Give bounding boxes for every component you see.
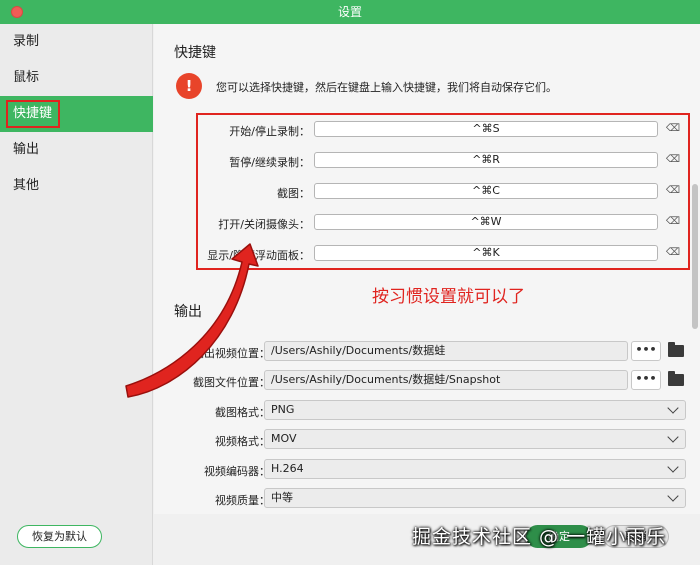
- video-encoder-select[interactable]: H.264: [264, 459, 686, 479]
- shortcut-input-camera[interactable]: ^⌘W: [314, 214, 658, 230]
- shortcut-label: 打开/关闭摄像头：: [218, 218, 310, 231]
- sidebar-item-label: 鼠标: [13, 70, 40, 85]
- chevron-down-icon: [667, 461, 679, 473]
- video-format-label: 视频格式：: [215, 435, 270, 448]
- sidebar-item-mouse[interactable]: 鼠标: [0, 60, 153, 96]
- sidebar-item-record[interactable]: 录制: [0, 24, 153, 60]
- sidebar-item-label: 录制: [13, 34, 40, 49]
- video-format-select[interactable]: MOV: [264, 429, 686, 449]
- clear-icon[interactable]: ⌫: [664, 185, 682, 197]
- output-row: 视频编码器： H.264: [154, 459, 700, 481]
- shortcut-row: 打开/关闭摄像头： ^⌘W ⌫: [154, 214, 700, 232]
- output-row: 视频格式： MOV: [154, 429, 700, 451]
- shortcut-label: 显示/隐藏浮动面板：: [207, 249, 310, 262]
- watermark-text: 掘金技术社区 @ 一罐小雨乐: [412, 526, 667, 548]
- shortcut-input-start-stop[interactable]: ^⌘S: [314, 121, 658, 137]
- output-section-title: 输出: [174, 304, 202, 320]
- snapshot-path-field[interactable]: /Users/Ashily/Documents/数据蛙/Snapshot: [264, 370, 628, 390]
- select-value: 中等: [271, 491, 293, 504]
- clear-icon[interactable]: ⌫: [664, 247, 682, 259]
- select-value: PNG: [271, 403, 295, 416]
- shortcut-label: 开始/停止录制：: [229, 125, 310, 138]
- clear-icon[interactable]: ⌫: [664, 123, 682, 135]
- output-row: 截图文件位置： /Users/Ashily/Documents/数据蛙/Snap…: [154, 370, 700, 392]
- image-format-select[interactable]: PNG: [264, 400, 686, 420]
- annotation-text: 按习惯设置就可以了: [372, 287, 525, 307]
- video-path-label: 输出视频位置：: [193, 347, 270, 360]
- output-row: 视频质量： 中等: [154, 488, 700, 510]
- browse-snapshot-path-button[interactable]: •••: [631, 370, 661, 390]
- image-format-label: 截图格式：: [215, 406, 270, 419]
- snapshot-path-label: 截图文件位置：: [193, 376, 270, 389]
- sidebar-item-label: 输出: [13, 142, 40, 157]
- folder-icon[interactable]: [668, 342, 684, 357]
- scrollbar-thumb[interactable]: [692, 184, 698, 329]
- shortcut-row: 开始/停止录制： ^⌘S ⌫: [154, 121, 700, 139]
- chevron-down-icon: [667, 402, 679, 414]
- shortcut-input-floating-panel[interactable]: ^⌘K: [314, 245, 658, 261]
- select-value: MOV: [271, 432, 297, 445]
- shortcut-input-screenshot[interactable]: ^⌘C: [314, 183, 658, 199]
- shortcut-row: 显示/隐藏浮动面板： ^⌘K ⌫: [154, 245, 700, 263]
- clear-icon[interactable]: ⌫: [664, 216, 682, 228]
- chevron-down-icon: [667, 431, 679, 443]
- shortcut-label: 截图：: [277, 187, 310, 200]
- output-row: 输出视频位置： /Users/Ashily/Documents/数据蛙 •••: [154, 341, 700, 363]
- shortcut-row: 暂停/继续录制： ^⌘R ⌫: [154, 152, 700, 170]
- close-window-button[interactable]: [11, 6, 23, 18]
- video-quality-label: 视频质量：: [215, 494, 270, 507]
- video-encoder-label: 视频编码器：: [204, 465, 270, 478]
- browse-video-path-button[interactable]: •••: [631, 341, 661, 361]
- clear-icon[interactable]: ⌫: [664, 154, 682, 166]
- video-path-field[interactable]: /Users/Ashily/Documents/数据蛙: [264, 341, 628, 361]
- output-row: 截图格式： PNG: [154, 400, 700, 422]
- settings-panel: 快捷键 ! 您可以选择快捷键，然后在键盘上输入快捷键，我们将自动保存它们。 开始…: [154, 24, 700, 514]
- folder-icon[interactable]: [668, 371, 684, 386]
- sidebar-item-other[interactable]: 其他: [0, 168, 153, 204]
- shortcuts-info-text: 您可以选择快捷键，然后在键盘上输入快捷键，我们将自动保存它们。: [216, 81, 557, 94]
- sidebar-item-label: 其他: [13, 178, 40, 193]
- window-title: 设置: [337, 5, 362, 19]
- title-bar: 设置: [0, 0, 700, 24]
- shortcut-input-pause-resume[interactable]: ^⌘R: [314, 152, 658, 168]
- highlight-box: [6, 100, 60, 128]
- sidebar-item-shortcuts[interactable]: 快捷键: [0, 96, 153, 132]
- reset-defaults-button[interactable]: 恢复为默认: [17, 525, 102, 548]
- sidebar: 录制 鼠标 快捷键 输出 其他: [0, 24, 153, 565]
- shortcuts-section-title: 快捷键: [174, 45, 216, 61]
- select-value: H.264: [271, 462, 304, 475]
- warning-icon: !: [176, 73, 202, 99]
- chevron-down-icon: [667, 490, 679, 502]
- sidebar-item-output[interactable]: 输出: [0, 132, 153, 168]
- shortcut-label: 暂停/继续录制：: [229, 156, 310, 169]
- video-quality-select[interactable]: 中等: [264, 488, 686, 508]
- shortcut-row: 截图： ^⌘C ⌫: [154, 183, 700, 201]
